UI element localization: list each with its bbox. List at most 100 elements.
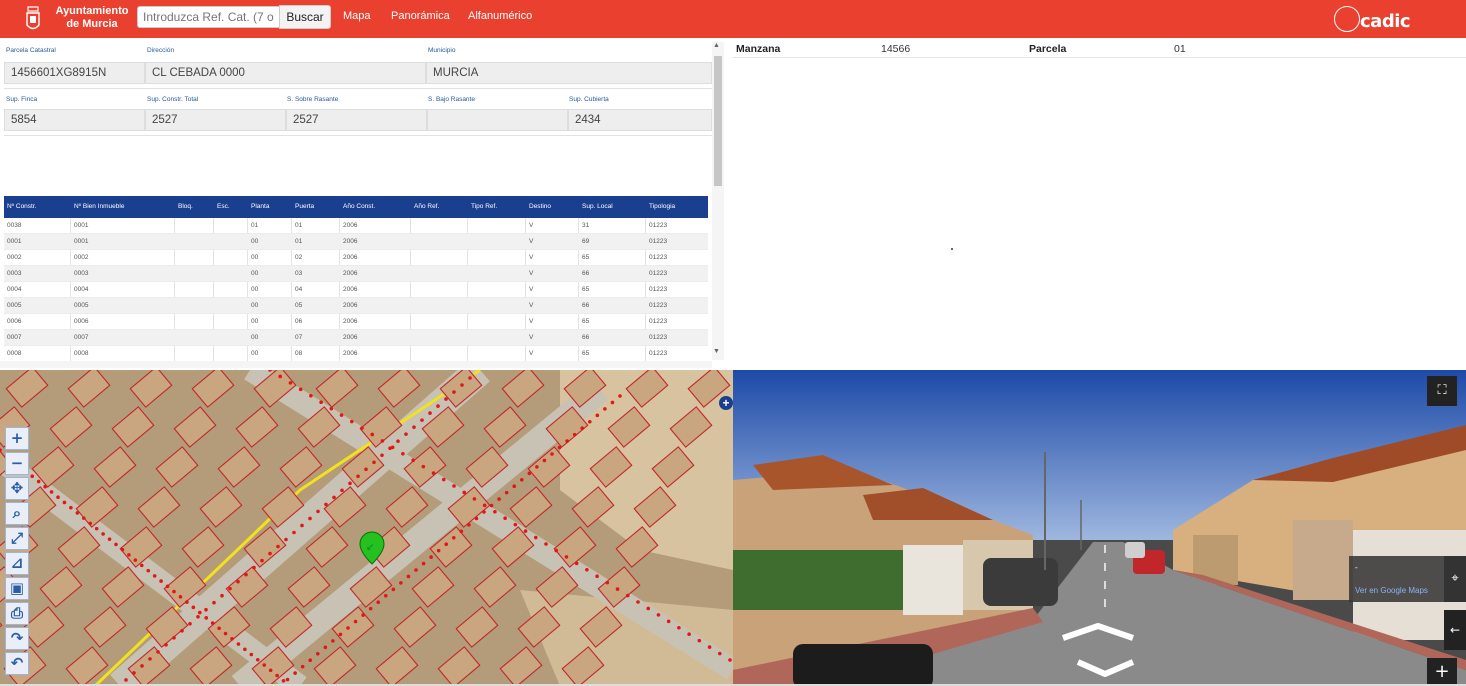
th-ano-const[interactable]: Año Const.: [343, 203, 375, 210]
th-bloq[interactable]: Bloq.: [178, 203, 193, 210]
th-num-constr[interactable]: Nº Constr.: [7, 203, 36, 210]
view-in-google-maps-link[interactable]: Ver en Google Maps: [1355, 586, 1428, 595]
street-edge-dot: [300, 523, 304, 528]
horizontal-scrollbar[interactable]: [0, 361, 712, 368]
street-edge-dot: [618, 394, 622, 398]
table-cell: 31: [582, 222, 590, 229]
th-esc[interactable]: Esc.: [217, 203, 230, 210]
scrollbar-thumb[interactable]: [714, 56, 722, 186]
th-ano-ref[interactable]: Año Ref.: [414, 203, 439, 210]
nav-mapa[interactable]: Mapa: [343, 10, 371, 22]
pan-icon[interactable]: ✥: [5, 477, 29, 500]
measure-area-icon[interactable]: ▣: [5, 577, 29, 600]
street-edge-dot: [391, 587, 396, 592]
street-edge-dot: [300, 664, 305, 669]
search-input[interactable]: [137, 6, 280, 28]
zoom-box-icon[interactable]: ⌕: [5, 502, 29, 525]
next-view-icon[interactable]: ↷: [5, 627, 29, 650]
table-row[interactable]: 0007 0007 00 07 2006 V 66 01223: [4, 330, 708, 346]
table-row[interactable]: 0008 0008 00 08 2006 V 65 01223: [4, 346, 708, 362]
street-edge-dot: [146, 568, 151, 573]
brand-wordmark: cadic: [1360, 11, 1411, 32]
street-edge-dot: [489, 503, 494, 508]
table-cell: 0001: [7, 238, 22, 245]
street-edge-dot: [152, 574, 157, 578]
table-cell: 05: [295, 302, 303, 309]
table-row[interactable]: 0001 0001 00 01 2006 V 69 01223: [4, 234, 708, 250]
add-layer-icon[interactable]: +: [719, 396, 733, 410]
street-edge-dot: [156, 650, 160, 654]
th-tipo-ref[interactable]: Tipo Ref.: [471, 203, 497, 210]
label-sup-cubierta: Sup. Cubierta: [569, 96, 609, 103]
street-view-panorama[interactable]: ⛶ - Ver en Google Maps ⌖ ← +: [733, 370, 1466, 686]
measure-distance-icon[interactable]: ⊿: [5, 552, 29, 575]
street-edge-dot: [468, 376, 472, 380]
zoom-extent-icon[interactable]: ⤢: [5, 527, 29, 550]
th-planta[interactable]: Planta: [251, 203, 269, 210]
value-sup-finca: 5854: [4, 109, 145, 131]
street-edge-dot: [361, 613, 365, 617]
aerial-map[interactable]: ↙ + − ✥ ⌕ ⤢ ⊿ ▣ ⎙ ↷ ↶ +: [0, 370, 733, 686]
street-edge-dot: [444, 542, 449, 547]
street-edge-dot: [324, 502, 328, 507]
table-cell: 2006: [343, 350, 358, 357]
value-direccion: CL CEBADA 0000: [145, 62, 426, 84]
street-edge-dot: [255, 657, 260, 662]
zoom-in-icon[interactable]: +: [5, 427, 29, 450]
vertical-scrollbar[interactable]: ▲ ▼: [712, 42, 724, 360]
street-edge-dot: [503, 516, 507, 521]
th-sup-local[interactable]: Sup. Local: [582, 203, 613, 210]
value-sup-constr-total: 2527: [145, 109, 286, 131]
zoom-out-icon[interactable]: −: [5, 452, 29, 475]
table-row[interactable]: 0005 0005 00 05 2006 V 66 01223: [4, 298, 708, 314]
street-edge-dot: [120, 547, 125, 552]
street-edge-dot: [677, 625, 681, 630]
street-edge-dot: [605, 580, 610, 585]
street-edge-dot: [148, 657, 152, 661]
th-tipologia[interactable]: Tipologia: [649, 203, 675, 210]
street-edge-dot: [260, 558, 264, 563]
street-view-image[interactable]: [733, 370, 1466, 686]
table-row[interactable]: 0004 0004 00 04 2006 V 65 01223: [4, 282, 708, 298]
street-edge-dot: [428, 411, 432, 415]
table-row[interactable]: 0003 0003 00 03 2006 V 66 01223: [4, 266, 708, 282]
label-parcela-catastral: Parcela Catastral: [6, 47, 56, 54]
street-edge-dot: [380, 453, 384, 458]
nav-panoramica[interactable]: Panorámica: [391, 10, 450, 22]
scroll-down-icon[interactable]: ▼: [713, 348, 720, 355]
th-destino[interactable]: Destino: [529, 203, 551, 210]
th-bien-inmueble[interactable]: Nº Bien Inmueble: [74, 203, 124, 210]
table-cell: V: [529, 286, 534, 293]
nav-alfanumerico[interactable]: Alfanumérico: [468, 10, 532, 22]
print-icon[interactable]: ⎙: [5, 602, 29, 625]
search-button[interactable]: Buscar: [279, 5, 331, 29]
table-row[interactable]: 0006 0006 00 06 2006 V 65 01223: [4, 314, 708, 330]
street-edge-dot: [62, 500, 67, 505]
table-cell: 0008: [74, 350, 89, 357]
street-edge-dot: [666, 619, 671, 624]
street-edge-dot: [275, 673, 279, 678]
table-cell: 0004: [7, 286, 22, 293]
scroll-up-icon[interactable]: ▲: [713, 42, 720, 49]
location-pin-icon[interactable]: ⌖: [1444, 556, 1466, 602]
table-cell: 01223: [649, 302, 668, 309]
previous-view-icon[interactable]: ↶: [5, 652, 29, 675]
value-sobre-rasante: 2527: [286, 109, 427, 131]
street-edge-dot: [196, 614, 200, 619]
table-row[interactable]: 0002 0002 00 02 2006 V 65 01223: [4, 250, 708, 266]
zoom-in-icon[interactable]: +: [1427, 658, 1457, 686]
table-cell: 2006: [343, 286, 358, 293]
street-edge-dot: [124, 678, 128, 682]
back-arrow-icon[interactable]: ←: [1444, 610, 1466, 650]
table-cell: V: [529, 254, 534, 261]
street-edge-dot: [339, 413, 344, 417]
street-edge-dot: [329, 406, 334, 411]
street-edge-dot: [348, 481, 352, 486]
street-edge-dot: [340, 488, 344, 493]
fullscreen-icon[interactable]: ⛶: [1427, 376, 1457, 406]
aerial-imagery[interactable]: ↙: [0, 370, 733, 686]
table-row[interactable]: 0038 0001 01 01 2006 V 31 01223: [4, 218, 708, 234]
th-puerta[interactable]: Puerta: [295, 203, 314, 210]
street-edge-dot: [315, 651, 320, 656]
table-cell: V: [529, 302, 534, 309]
